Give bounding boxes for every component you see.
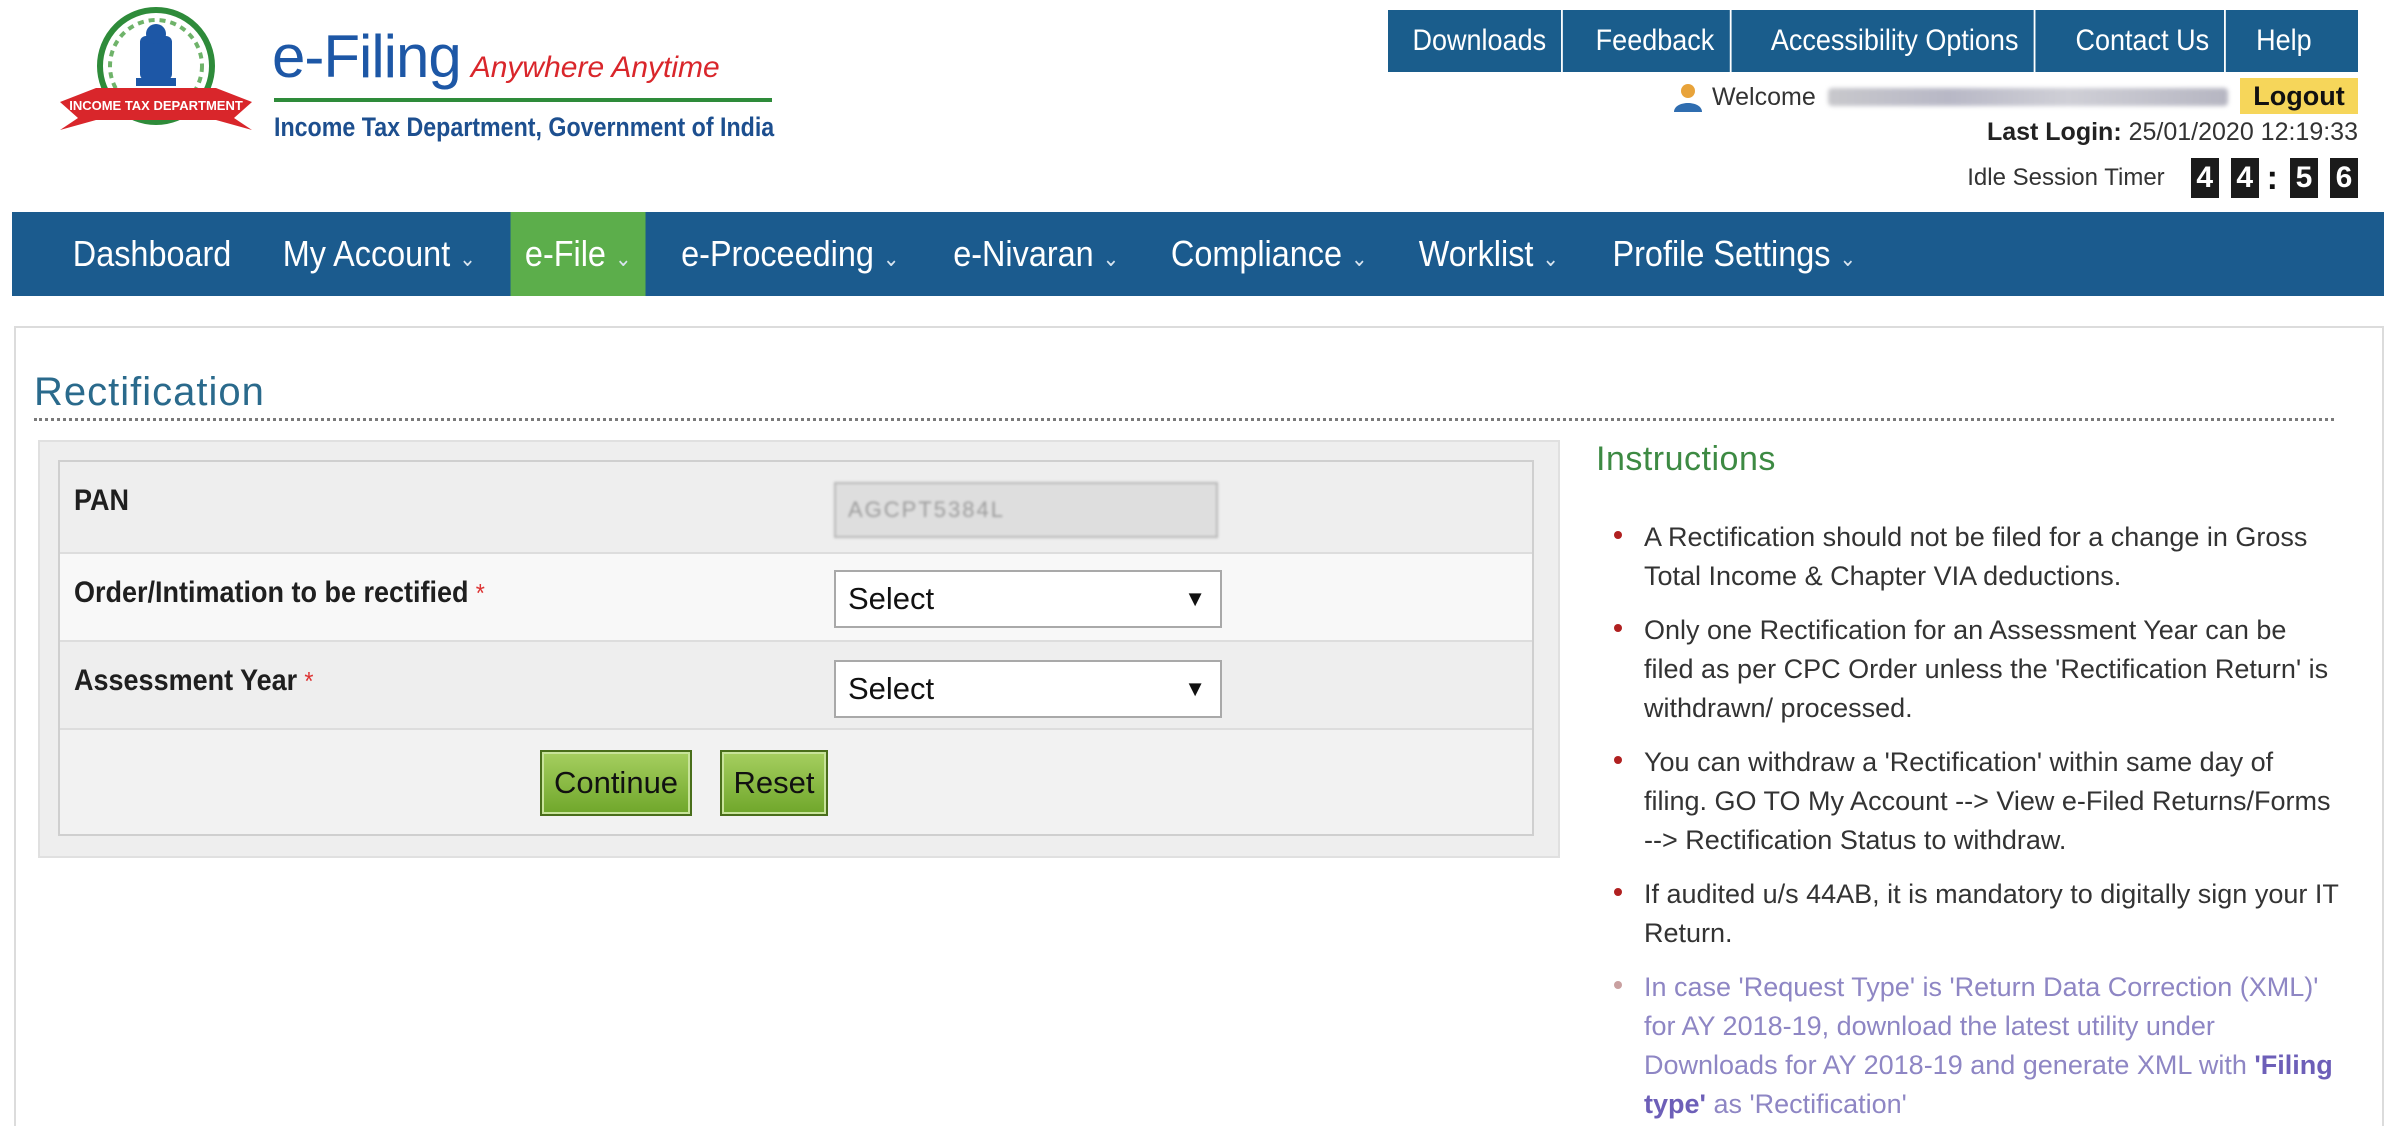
brand-subtitle: Income Tax Department, Government of Ind… bbox=[274, 112, 775, 142]
top-utility-nav: Downloads Feedback Accessibility Options… bbox=[1388, 10, 2358, 72]
dropdown-arrow-icon: ▼ bbox=[1184, 586, 1206, 611]
welcome-block: Welcome bbox=[1672, 80, 2228, 114]
user-icon bbox=[1674, 84, 1702, 112]
brand-tagline: Anywhere Anytime bbox=[470, 51, 720, 84]
nav-label: Compliance bbox=[1171, 233, 1343, 274]
nav-label: Profile Settings bbox=[1612, 233, 1830, 274]
brand-block: e-Filing Anywhere Anytime bbox=[272, 22, 720, 91]
instruction-text: You can withdraw a 'Rectification' withi… bbox=[1644, 747, 2331, 855]
last-login-value: 25/01/2020 12:19:33 bbox=[2128, 118, 2358, 146]
assessment-year-label: Assessment Year * bbox=[74, 664, 313, 698]
nav-e-file[interactable]: e-File ⌄ bbox=[510, 212, 646, 296]
continue-button[interactable]: Continue bbox=[540, 750, 692, 816]
timer-digit: 6 bbox=[2330, 158, 2358, 198]
required-mark: * bbox=[475, 578, 485, 608]
main-nav: Dashboard My Account ⌄ e-File ⌄ e-Proceedi… bbox=[12, 212, 2384, 296]
logout-button[interactable]: Logout bbox=[2240, 78, 2358, 114]
instruction-item: You can withdraw a 'Rectification' withi… bbox=[1602, 743, 2342, 860]
topnav-feedback[interactable]: Feedback bbox=[1581, 10, 1732, 72]
form-actions: Continue Reset bbox=[60, 730, 1532, 834]
title-divider bbox=[34, 418, 2334, 421]
reset-button[interactable]: Reset bbox=[720, 750, 828, 816]
idle-session-timer: Idle Session Timer 4 4 : 5 6 bbox=[1967, 158, 2358, 198]
emblem-logo-icon[interactable]: INCOME TAX DEPARTMENT bbox=[56, 6, 256, 158]
assessment-year-select[interactable]: Select ▼ bbox=[834, 660, 1222, 718]
order-label: Order/Intimation to be rectified * bbox=[74, 576, 485, 610]
welcome-label: Welcome bbox=[1712, 82, 1816, 111]
chevron-down-icon: ⌄ bbox=[882, 246, 900, 271]
timer-display: 4 4 : 5 6 bbox=[2179, 158, 2358, 198]
instruction-text: as 'Rectification' bbox=[1705, 1089, 1907, 1119]
instructions-title: Instructions bbox=[1596, 440, 1776, 478]
nav-dashboard[interactable]: Dashboard bbox=[58, 212, 245, 296]
nav-label: Worklist bbox=[1418, 233, 1534, 274]
nav-label: e-File bbox=[524, 233, 606, 274]
instruction-item: A Rectification should not be filed for … bbox=[1602, 518, 2342, 596]
required-mark: * bbox=[304, 666, 314, 696]
form-row-order: Order/Intimation to be rectified * Select… bbox=[60, 554, 1532, 642]
instructions-list: A Rectification should not be filed for … bbox=[1602, 518, 2342, 1128]
topnav-downloads[interactable]: Downloads bbox=[1397, 10, 1564, 72]
chevron-down-icon: ⌄ bbox=[1102, 246, 1119, 271]
timer-digit: 5 bbox=[2290, 158, 2318, 198]
instruction-text: A Rectification should not be filed for … bbox=[1644, 522, 2308, 591]
instruction-text: Only one Rectification for an Assessment… bbox=[1644, 615, 2329, 723]
last-login: Last Login: 25/01/2020 12:19:33 bbox=[1987, 118, 2358, 147]
timer-digit: 4 bbox=[2230, 158, 2259, 198]
form-row-assessment-year: Assessment Year * Select ▼ bbox=[60, 642, 1532, 730]
chevron-down-icon: ⌄ bbox=[459, 246, 476, 271]
instruction-text: If audited u/s 44AB, it is mandatory to … bbox=[1644, 879, 2339, 948]
form-row-pan: PAN AGCPT5384L bbox=[60, 462, 1532, 554]
topnav-accessibility-options[interactable]: Accessibility Options bbox=[1756, 10, 2036, 72]
chevron-down-icon: ⌄ bbox=[1351, 246, 1368, 271]
nav-e-proceeding[interactable]: e-Proceeding ⌄ bbox=[667, 212, 914, 296]
pan-field: AGCPT5384L bbox=[834, 482, 1218, 538]
nav-label: e-Nivaran bbox=[952, 233, 1094, 274]
order-select[interactable]: Select ▼ bbox=[834, 570, 1222, 628]
site-header: INCOME TAX DEPARTMENT e-Filing Anywhere A… bbox=[0, 0, 2394, 212]
nav-label: My Account bbox=[282, 233, 451, 274]
brand-divider bbox=[274, 98, 772, 102]
nav-label: Dashboard bbox=[72, 233, 232, 274]
svg-text:INCOME TAX DEPARTMENT: INCOME TAX DEPARTMENT bbox=[69, 98, 243, 113]
idle-timer-label: Idle Session Timer bbox=[1967, 164, 2165, 191]
instruction-item: In case 'Request Type' is 'Return Data C… bbox=[1602, 968, 2342, 1124]
chevron-down-icon: ⌄ bbox=[1542, 246, 1559, 271]
order-label-text: Order/Intimation to be rectified bbox=[74, 576, 469, 609]
dropdown-arrow-icon: ▼ bbox=[1184, 676, 1206, 701]
bullet-icon bbox=[1614, 888, 1622, 896]
topnav-contact-us[interactable]: Contact Us bbox=[2061, 10, 2227, 72]
instruction-text: In case 'Request Type' is 'Return Data C… bbox=[1644, 972, 2319, 1080]
order-select-value: Select bbox=[848, 581, 935, 616]
topnav-help[interactable]: Help bbox=[2240, 10, 2326, 72]
assessment-year-select-value: Select bbox=[848, 671, 935, 706]
page-title: Rectification bbox=[34, 370, 265, 414]
user-name-redacted bbox=[1827, 88, 2228, 106]
instruction-item: If audited u/s 44AB, it is mandatory to … bbox=[1602, 875, 2342, 953]
bullet-icon bbox=[1614, 756, 1622, 764]
nav-worklist[interactable]: Worklist ⌄ bbox=[1404, 212, 1573, 296]
assessment-year-label-text: Assessment Year bbox=[74, 664, 298, 697]
timer-colon: : bbox=[2266, 158, 2278, 197]
nav-label: e-Proceeding bbox=[681, 233, 874, 274]
pan-label: PAN bbox=[74, 484, 130, 517]
instruction-item: Only one Rectification for an Assessment… bbox=[1602, 611, 2342, 728]
bullet-icon bbox=[1614, 531, 1622, 539]
chevron-down-icon: ⌄ bbox=[614, 246, 632, 271]
bullet-icon bbox=[1614, 624, 1622, 632]
nav-compliance[interactable]: Compliance ⌄ bbox=[1157, 212, 1382, 296]
nav-e-nivaran[interactable]: e-Nivaran ⌄ bbox=[939, 212, 1134, 296]
bullet-icon bbox=[1614, 981, 1622, 989]
nav-profile-settings[interactable]: Profile Settings ⌄ bbox=[1598, 212, 1870, 296]
timer-digit: 4 bbox=[2190, 158, 2219, 198]
brand-title: e-Filing bbox=[272, 23, 462, 90]
nav-my-account[interactable]: My Account ⌄ bbox=[268, 212, 490, 296]
last-login-label: Last Login: bbox=[1986, 118, 2122, 146]
chevron-down-icon: ⌄ bbox=[1838, 246, 1856, 271]
